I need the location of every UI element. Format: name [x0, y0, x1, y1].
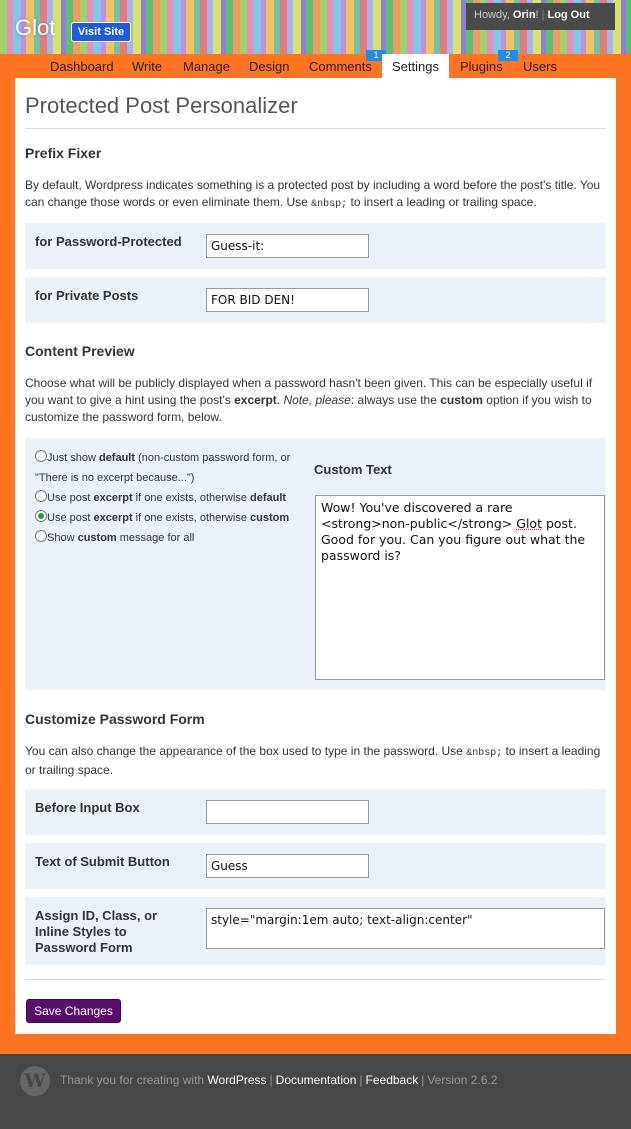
- before-input-field[interactable]: [206, 800, 369, 824]
- password-prefix-row: for Password-Protected Guess-it:: [25, 223, 606, 269]
- private-prefix-input[interactable]: FOR BID DEN!: [206, 288, 369, 312]
- password-prefix-input[interactable]: Guess-it:: [206, 234, 369, 258]
- user-box: Howdy, Orin! | Log Out: [466, 3, 615, 30]
- version-text: Version 2.6.2: [427, 1073, 498, 1087]
- password-form-description: You can also change the appearance of th…: [25, 744, 601, 777]
- custom-text-textarea[interactable]: Wow! You've discovered a rare <strong>no…: [315, 495, 605, 680]
- user-name-link[interactable]: Orin: [513, 9, 536, 21]
- private-prefix-label: for Private Posts: [35, 288, 139, 303]
- submit-text-label: Text of Submit Button: [35, 854, 170, 869]
- content-preview-heading: Content Preview: [25, 343, 135, 359]
- radio-excerpt-default[interactable]: [35, 490, 47, 502]
- assign-styles-label: Assign ID, Class, or Inline Styles to Pass…: [35, 908, 158, 955]
- password-prefix-label: for Password-Protected: [35, 234, 182, 249]
- nbsp-code-2: &nbsp;: [466, 748, 503, 759]
- nav-item-dashboard[interactable]: Dashboard: [50, 54, 114, 78]
- save-changes-button[interactable]: Save Changes: [26, 999, 121, 1023]
- wordpress-logo-icon[interactable]: W: [20, 1066, 50, 1096]
- header-bar: Glot Visit Site Howdy, Orin! | Log Out: [0, 0, 631, 54]
- visit-site-button[interactable]: Visit Site: [71, 22, 131, 42]
- nav-item-design[interactable]: Design: [249, 54, 289, 78]
- documentation-link[interactable]: Documentation: [276, 1073, 357, 1087]
- main-content: Protected Post Personalizer Prefix Fixer…: [15, 78, 616, 1034]
- option-custom-all[interactable]: Show custom message for all: [35, 528, 293, 548]
- option-excerpt-default[interactable]: Use post excerpt if one exists, otherwis…: [35, 488, 293, 508]
- feedback-link[interactable]: Feedback: [366, 1073, 419, 1087]
- main-nav: Dashboard Write Manage Design Comments 1…: [0, 50, 631, 78]
- logout-link[interactable]: Log Out: [547, 9, 589, 21]
- page-title: Protected Post Personalizer: [25, 93, 298, 118]
- nav-item-users[interactable]: Users: [523, 54, 557, 78]
- howdy-suffix: !: [535, 9, 539, 21]
- separator: |: [541, 9, 545, 21]
- footer-text: Thank you for creating with WordPress | Do…: [60, 1073, 498, 1087]
- submit-text-field[interactable]: Guess: [206, 854, 369, 878]
- option-default[interactable]: Just show default (non-custom password f…: [35, 448, 293, 488]
- prefix-fixer-heading: Prefix Fixer: [25, 145, 102, 161]
- nbsp-code: &nbsp;: [311, 199, 348, 210]
- preview-options: Just show default (non-custom password f…: [35, 448, 293, 548]
- assign-styles-field[interactable]: style="margin:1em auto; text-align:cente…: [206, 908, 605, 949]
- private-prefix-row: for Private Posts FOR BID DEN!: [25, 277, 606, 323]
- content-preview-row: Just show default (non-custom password f…: [25, 438, 606, 690]
- nav-item-plugins[interactable]: Plugins: [460, 54, 503, 78]
- footer: W Thank you for creating with WordPress |…: [0, 1054, 631, 1129]
- before-input-row: Before Input Box: [25, 789, 606, 835]
- wordpress-link[interactable]: WordPress: [207, 1073, 266, 1087]
- form-divider: [25, 979, 606, 980]
- nav-item-write[interactable]: Write: [132, 54, 162, 78]
- custom-text-label: Custom Text: [314, 462, 392, 477]
- before-input-label: Before Input Box: [35, 800, 140, 815]
- howdy-prefix: Howdy,: [474, 9, 513, 21]
- submit-text-row: Text of Submit Button Guess: [25, 843, 606, 889]
- nav-item-comments[interactable]: Comments: [309, 54, 372, 78]
- title-divider: [25, 128, 606, 129]
- option-excerpt-custom[interactable]: Use post excerpt if one exists, otherwis…: [35, 508, 293, 528]
- radio-custom-all[interactable]: [35, 530, 47, 542]
- assign-styles-row: Assign ID, Class, or Inline Styles to Pass…: [25, 897, 606, 965]
- nav-item-manage[interactable]: Manage: [183, 54, 230, 78]
- site-title[interactable]: Glot: [15, 15, 55, 41]
- plugins-count-badge: 2: [498, 50, 518, 61]
- prefix-fixer-description: By default, Wordpress indicates somethin…: [25, 178, 601, 210]
- radio-excerpt-custom[interactable]: [35, 510, 47, 522]
- content-preview-description: Choose what will be publicly displayed w…: [25, 376, 593, 424]
- nav-item-settings[interactable]: Settings: [382, 54, 449, 78]
- radio-default[interactable]: [35, 450, 47, 462]
- password-form-heading: Customize Password Form: [25, 711, 205, 727]
